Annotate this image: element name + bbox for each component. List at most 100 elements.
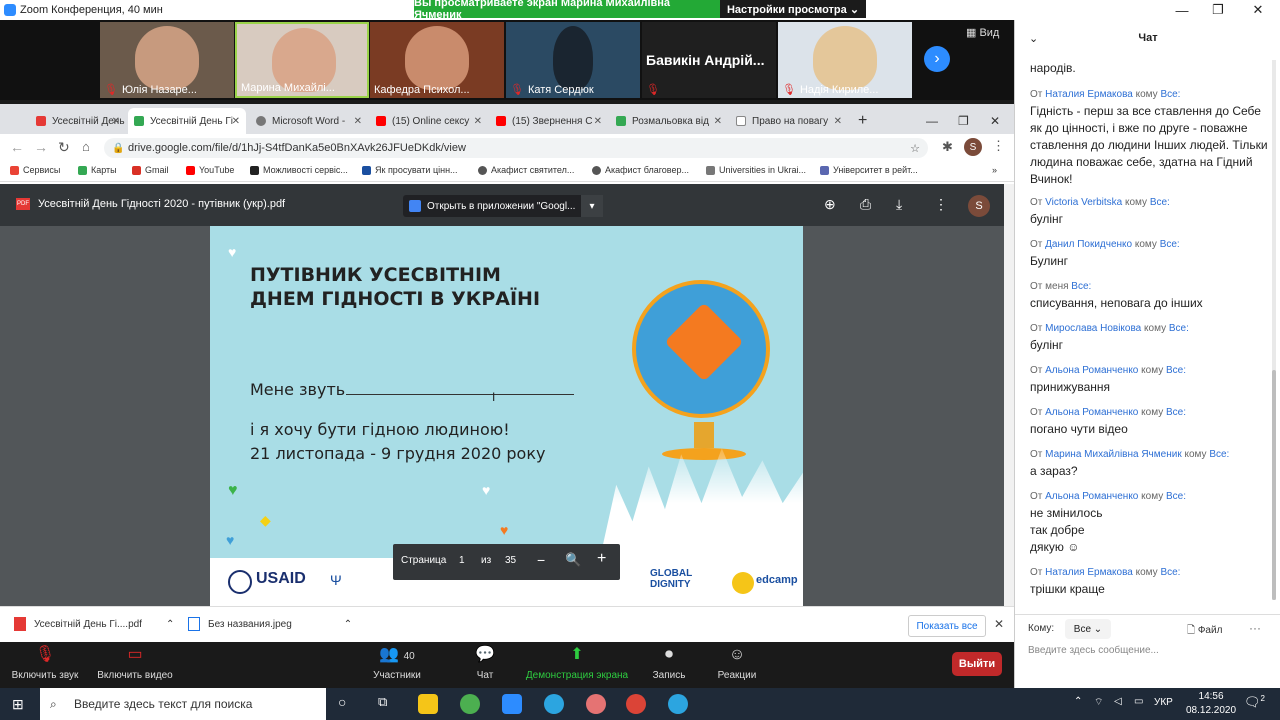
language-indicator[interactable]: УКР — [1154, 697, 1173, 708]
file-button[interactable]: 🗋 Файл — [1187, 623, 1222, 640]
app-icon[interactable] — [586, 694, 606, 714]
taskbar-search-input[interactable]: ⌕ Введите здесь текст для поиска — [40, 688, 326, 720]
bookmark-star-icon[interactable]: ☆ — [910, 142, 920, 155]
browser-tab[interactable]: Розмальовка від ✕ — [610, 108, 728, 134]
minimize-browser-button[interactable]: — — [920, 108, 944, 134]
participant-tile[interactable]: Бавикін Андрій... 🎙 — [642, 22, 776, 98]
view-options-button[interactable]: Настройки просмотра ⌄ — [720, 0, 866, 18]
forward-icon[interactable]: → — [34, 139, 48, 155]
notification-icon[interactable]: 🗨2 — [1244, 694, 1265, 710]
url-input[interactable]: 🔒 drive.google.com/file/d/1hJj-S4tfDanKa5… — [104, 138, 928, 158]
page-number-input[interactable]: 1 — [459, 555, 465, 566]
tray-chevron-icon[interactable]: ⌃ — [1074, 696, 1082, 707]
torrent-icon[interactable] — [460, 694, 480, 714]
zoom-in-icon[interactable]: + — [597, 550, 606, 568]
cortana-icon[interactable]: ○ — [338, 694, 346, 710]
browser-tab[interactable]: Право на повагу ✕ — [730, 108, 848, 134]
show-all-button[interactable]: Показать все — [908, 615, 986, 637]
close-tab-icon[interactable]: ✕ — [474, 116, 482, 127]
telegram-icon[interactable] — [668, 694, 688, 714]
keyboard-icon[interactable]: ▭ — [1134, 696, 1143, 707]
browser-tab[interactable]: Усесвітній День Гі✕ — [30, 108, 126, 134]
zoom-taskbar-icon[interactable] — [502, 694, 522, 714]
participants-icon: 👥 40 — [379, 646, 415, 663]
download-icon[interactable]: ⤓ — [896, 196, 902, 213]
bookmark-item[interactable]: Сервисы — [10, 165, 60, 175]
bookmark-item[interactable]: YouTube — [186, 165, 234, 175]
chevron-up-icon[interactable]: ⌃ — [344, 619, 352, 630]
back-icon[interactable]: ← — [10, 139, 24, 155]
reactions-button[interactable]: ☺ Реакции — [692, 646, 782, 681]
participants-button[interactable]: 👥 40 Участники — [352, 646, 442, 681]
download-item[interactable]: Усесвітній День Гі....pdf ⌃ — [14, 617, 174, 631]
chrome-icon[interactable] — [626, 694, 646, 714]
more-icon[interactable]: ··· — [1249, 621, 1261, 635]
open-in-dropdown-icon[interactable]: ▾ — [581, 195, 603, 217]
chat-scrollbar[interactable] — [1272, 60, 1276, 600]
bookmark-item[interactable]: Карты — [78, 165, 117, 175]
home-icon[interactable]: ⌂ — [82, 139, 90, 154]
participant-tile[interactable]: Кафедра Психол... — [370, 22, 504, 98]
bookmark-item[interactable]: Як просувати цінн... — [362, 165, 458, 175]
close-downloads-icon[interactable]: ✕ — [994, 617, 1004, 631]
clock[interactable]: 14:56 08.12.2020 — [1186, 690, 1236, 718]
browser-tab-active[interactable]: Усесвітній День Гі ✕ — [128, 108, 246, 134]
next-participants-button[interactable]: › — [924, 46, 950, 72]
print-icon[interactable]: ⎙ — [860, 196, 871, 213]
chevron-up-icon[interactable]: ⌃ — [166, 619, 174, 630]
close-window-button[interactable]: ✕ — [1240, 0, 1276, 20]
recipient-select[interactable]: Все ⌄ — [1065, 619, 1111, 639]
add-to-drive-icon[interactable]: ⊕ — [824, 196, 836, 213]
close-tab-icon[interactable]: ✕ — [112, 116, 120, 127]
leave-button[interactable]: Выйти — [952, 652, 1002, 676]
close-tab-icon[interactable]: ✕ — [232, 116, 240, 127]
view-button[interactable]: ▦ Вид — [966, 26, 999, 39]
zoom-out-icon[interactable]: − — [537, 552, 545, 568]
close-browser-button[interactable]: ✕ — [984, 108, 1006, 134]
wifi-icon[interactable]: ⌔ — [1094, 696, 1103, 709]
heart-icon: ♥ — [228, 482, 238, 499]
bookmark-item[interactable]: Gmail — [132, 165, 169, 175]
bookmark-item[interactable]: Акафист благовер... — [592, 165, 689, 175]
close-tab-icon[interactable]: ✕ — [834, 116, 842, 127]
maximize-button[interactable]: ❐ — [1200, 0, 1236, 20]
close-tab-icon[interactable]: ✕ — [594, 116, 602, 127]
more-bookmarks-icon[interactable]: » — [992, 165, 997, 175]
bookmark-item[interactable]: Можливості сервіс... — [250, 165, 348, 175]
start-video-button[interactable]: ▭ Включить видео — [90, 646, 180, 681]
close-tab-icon[interactable]: ✕ — [714, 116, 722, 127]
close-tab-icon[interactable]: ✕ — [354, 116, 362, 127]
bookmark-item[interactable]: Акафист святител... — [478, 165, 574, 175]
browser-tab[interactable]: Microsoft Word - ✕ — [250, 108, 368, 134]
windows-start-icon[interactable]: ⊞ — [12, 696, 24, 713]
download-item[interactable]: Без названия.jpeg ⌃ — [188, 617, 352, 631]
browser-tab[interactable]: (15) Звернення С ✕ — [490, 108, 608, 134]
share-screen-button[interactable]: ⬆ Демонстрация экрана — [512, 646, 642, 681]
chat-input[interactable]: Введите здесь сообщение... — [1028, 645, 1159, 656]
menu-icon[interactable]: ⋮ — [992, 138, 1005, 154]
telegram-icon[interactable] — [544, 694, 564, 714]
new-tab-button[interactable]: + — [852, 108, 873, 134]
minimize-button[interactable]: — — [1164, 0, 1200, 20]
vertical-scrollbar[interactable] — [1004, 184, 1014, 606]
file-explorer-icon[interactable] — [418, 694, 438, 714]
participant-tile[interactable]: 🎙 Катя Сердюк — [506, 22, 640, 98]
reload-icon[interactable]: ↻ — [58, 139, 70, 156]
restore-browser-button[interactable]: ❐ — [952, 108, 975, 134]
drive-icon — [134, 116, 144, 126]
bookmark-item[interactable]: Університет в рейт... — [820, 165, 918, 175]
chevron-down-icon[interactable]: ⌄ — [1029, 32, 1038, 45]
unmute-button[interactable]: 🎙 Включить звук — [0, 646, 90, 681]
profile-avatar[interactable]: S — [964, 138, 982, 156]
browser-tab[interactable]: (15) Online сексу ✕ — [370, 108, 488, 134]
participant-tile[interactable]: 🎙 Надія Кириле... — [778, 22, 912, 98]
more-options-icon[interactable]: ⋮ — [934, 196, 948, 213]
participant-tile-active[interactable]: Марина Михайлі... — [235, 22, 369, 98]
task-view-icon[interactable]: ⧉ — [378, 694, 387, 710]
participant-tile[interactable]: 🎙 Юлія Назаре... — [100, 22, 234, 98]
extensions-icon[interactable]: ✱ — [942, 139, 953, 155]
bookmark-item[interactable]: Universities in Ukrai... — [706, 165, 806, 175]
speaker-icon[interactable]: ◁ — [1114, 696, 1122, 707]
profile-avatar[interactable]: S — [968, 195, 990, 217]
open-in-app-button[interactable]: Открыть в приложении "Googl... ▾ — [403, 195, 603, 217]
